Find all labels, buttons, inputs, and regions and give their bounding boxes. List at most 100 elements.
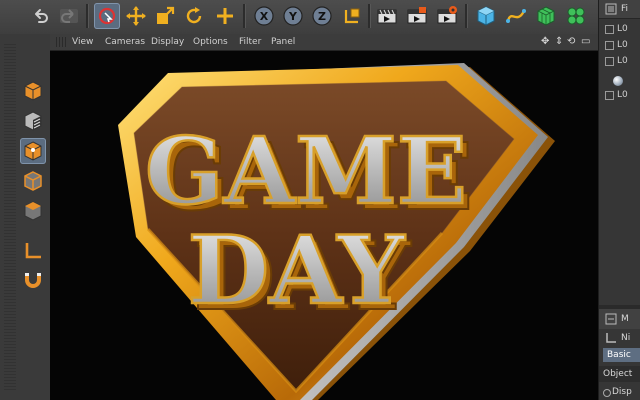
axis-button[interactable] [20, 238, 46, 264]
polygons-mode-button[interactable] [20, 198, 46, 224]
scale-icon [157, 6, 175, 24]
tree-item[interactable]: L0 [601, 38, 640, 52]
move-button[interactable] [123, 3, 149, 29]
points-mode-icon [24, 171, 42, 191]
x-axis-button[interactable]: X [251, 3, 277, 29]
tree-item-label: L0 [617, 24, 628, 34]
render-picture-viewer-button[interactable] [404, 3, 430, 29]
model-mode-button[interactable] [20, 108, 46, 134]
axis-icon [25, 243, 41, 259]
cube-button[interactable] [473, 3, 499, 29]
game-text: GAME [145, 117, 467, 225]
tree-item[interactable]: L0 [601, 54, 640, 68]
display-label: Disp [612, 387, 632, 397]
zoom-view-icon[interactable]: ⇕ [555, 36, 563, 48]
spline-pen-button[interactable] [503, 3, 529, 29]
magnet-icon [25, 273, 41, 288]
z-axis-button[interactable]: Z [309, 3, 335, 29]
palette-grip[interactable] [4, 42, 16, 392]
rotate-view-icon[interactable]: ⟲ [567, 36, 575, 48]
menu-filter[interactable]: Filter [239, 34, 261, 50]
render-view-icon [377, 9, 397, 24]
toolbar-separator [243, 4, 246, 28]
coordinate-system-button[interactable] [339, 3, 365, 29]
z-axis-label: Z [318, 9, 326, 23]
magnet-button[interactable] [20, 266, 46, 292]
tree-expand-icon[interactable] [605, 25, 614, 34]
scale-button[interactable] [152, 3, 178, 29]
viewport-menu-bar: View Cameras Display Options Filter Pane… [50, 34, 598, 51]
object-section-label: Object [599, 366, 640, 382]
main-toolbar: X Y Z [0, 0, 640, 35]
add-button[interactable] [212, 3, 238, 29]
tree-item[interactable]: L0 [601, 22, 640, 36]
display-radio-icon[interactable] [603, 389, 611, 397]
redo-button[interactable] [56, 3, 82, 29]
attribute-row-label: Ni [621, 333, 631, 343]
cube-icon [477, 6, 495, 26]
toolbar-separator [465, 4, 468, 28]
toolbar-separator [86, 4, 89, 28]
move-icon [126, 6, 146, 26]
menu-options[interactable]: Options [193, 34, 228, 50]
menu-view[interactable]: View [72, 34, 93, 50]
object-mode-icon [24, 141, 42, 161]
object-mode-button[interactable] [20, 138, 46, 164]
day-text: DAY [188, 216, 406, 326]
rotate-icon [186, 7, 202, 24]
tab-basic[interactable]: Basic [603, 348, 640, 362]
subdivision-surface-button[interactable] [533, 3, 559, 29]
make-editable-button[interactable] [20, 78, 46, 104]
x-axis-label: X [259, 9, 269, 23]
attribute-manager-icon [605, 313, 617, 325]
render-picture-viewer-icon [407, 7, 427, 24]
points-mode-button[interactable] [20, 168, 46, 194]
coordinate-system-icon [344, 8, 360, 24]
tree-item-label: L0 [617, 40, 628, 50]
spline-pen-icon [506, 9, 526, 23]
tool-palette [0, 34, 51, 400]
model-mode-icon [24, 111, 42, 131]
display-option[interactable]: Disp [599, 384, 640, 400]
tree-expand-icon[interactable] [605, 91, 614, 100]
move-view-icon[interactable]: ✥ [541, 36, 549, 48]
polygons-mode-icon [24, 201, 42, 221]
render-settings-icon [437, 6, 457, 24]
right-panel: Fi L0 L0 L0 L0 M Ni Basic Object Disp [598, 0, 640, 400]
axis-small-icon [606, 333, 616, 343]
tree-item[interactable]: L0 [601, 88, 640, 102]
attribute-manager-header: M [599, 309, 640, 329]
undo-icon [35, 9, 48, 23]
menu-cameras[interactable]: Cameras [105, 34, 145, 50]
tree-expand-icon[interactable] [605, 57, 614, 66]
tree-expand-icon[interactable] [605, 41, 614, 50]
attribute-row[interactable]: Ni [599, 330, 640, 346]
redo-icon [60, 9, 78, 23]
menu-panel[interactable]: Panel [271, 34, 295, 50]
cloner-button[interactable] [563, 3, 589, 29]
menu-display[interactable]: Display [151, 34, 184, 50]
live-selection-icon [98, 7, 116, 25]
make-editable-icon [24, 81, 42, 101]
object-manager-header: Fi [599, 0, 640, 19]
undo-button[interactable] [28, 3, 54, 29]
toggle-layout-icon[interactable]: ▭ [581, 36, 590, 48]
render-settings-button[interactable] [434, 3, 460, 29]
tree-item-label: L0 [617, 56, 628, 66]
live-selection-button[interactable] [94, 3, 120, 29]
object-manager-icon [605, 3, 617, 15]
y-axis-button[interactable]: Y [280, 3, 306, 29]
render-view-button[interactable] [374, 3, 400, 29]
y-axis-label: Y [289, 9, 297, 23]
toolbar-separator [368, 4, 371, 28]
viewport-grip[interactable] [54, 37, 66, 47]
add-icon [217, 8, 233, 24]
3d-viewport[interactable]: GAME GAME DAY DAY [50, 51, 598, 400]
rotate-button[interactable] [181, 3, 207, 29]
cloner-icon [567, 7, 585, 25]
sphere-object-icon[interactable] [613, 76, 623, 86]
object-manager-label: Fi [621, 4, 629, 14]
tree-item-label: L0 [617, 90, 628, 100]
game-day-render: GAME GAME DAY DAY [118, 63, 555, 400]
subdivision-surface-icon [537, 6, 555, 26]
